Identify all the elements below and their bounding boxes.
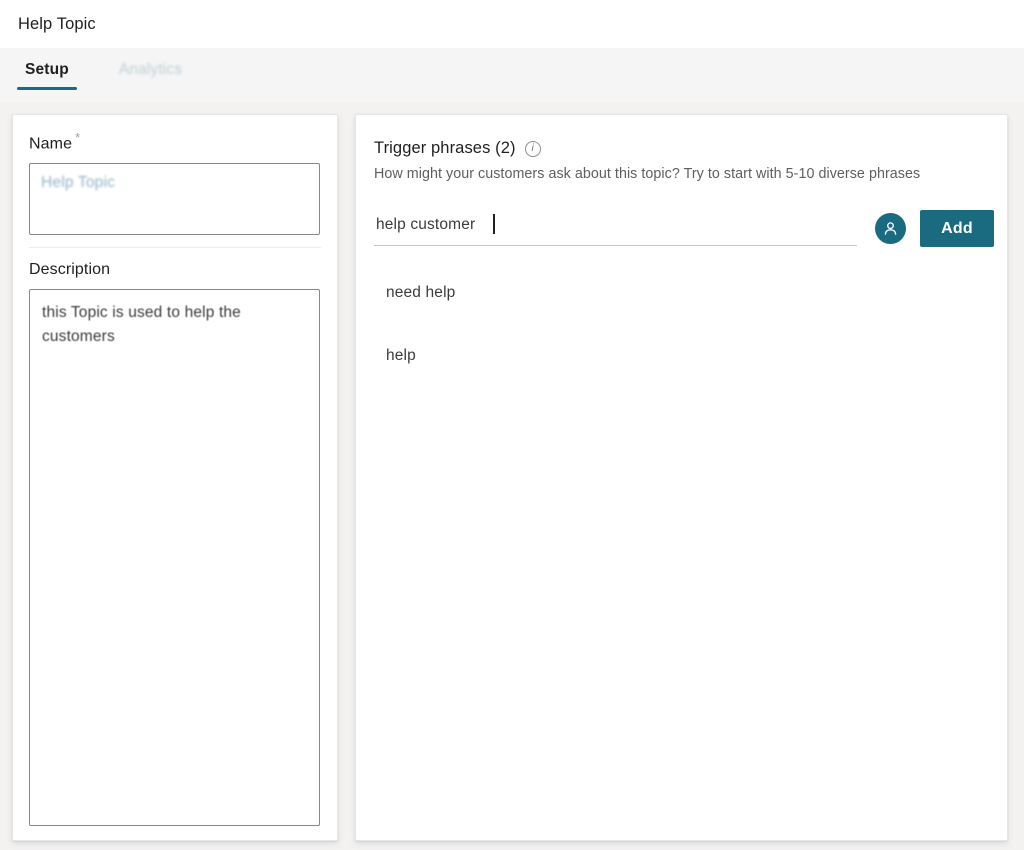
- name-field-group: Name * Help Topic: [13, 115, 337, 236]
- info-icon[interactable]: i: [524, 140, 541, 157]
- trigger-phrase-list: need help help: [356, 269, 1007, 380]
- tab-analytics[interactable]: Analytics: [110, 48, 191, 103]
- tab-setup[interactable]: Setup: [16, 48, 78, 103]
- tab-setup-label: Setup: [25, 61, 69, 78]
- list-item[interactable]: help: [382, 332, 1007, 380]
- description-input-value: this Topic is used to help the customers: [42, 304, 241, 345]
- tab-bar: Setup Analytics: [0, 48, 1024, 103]
- list-item-label: need help: [386, 284, 456, 301]
- page-header: Help Topic: [0, 0, 1024, 48]
- description-label: Description: [29, 261, 111, 279]
- name-input[interactable]: Help Topic: [29, 163, 320, 236]
- text-caret: [493, 213, 495, 234]
- setup-details-panel: Name * Help Topic Description this Topic …: [12, 114, 338, 841]
- app-root: Help Topic Setup Analytics Name * Help To…: [0, 0, 1024, 850]
- person-icon[interactable]: [875, 213, 906, 244]
- content-area: Name * Help Topic Description this Topic …: [0, 103, 1024, 850]
- trigger-phrases-title: Trigger phrases (2): [374, 139, 516, 157]
- trigger-phrases-header: Trigger phrases (2) i: [356, 115, 1007, 158]
- description-field-group: Description this Topic is used to help t…: [13, 248, 337, 827]
- required-marker: *: [75, 130, 81, 145]
- page-title: Help Topic: [18, 14, 96, 33]
- list-item-label: help: [386, 347, 416, 364]
- name-label: Name *: [29, 130, 321, 153]
- trigger-phrases-subtitle: How might your customers ask about this …: [374, 166, 921, 182]
- info-icon-glyph: i: [531, 142, 534, 154]
- tab-analytics-label: Analytics: [118, 61, 183, 78]
- name-input-value: Help Topic: [41, 174, 116, 192]
- name-label-text: Name: [29, 135, 73, 153]
- trigger-phrase-entry-row: Add: [374, 210, 994, 247]
- description-input[interactable]: this Topic is used to help the customers: [29, 289, 320, 827]
- add-button[interactable]: Add: [920, 210, 994, 247]
- list-item[interactable]: need help: [382, 269, 1007, 317]
- trigger-phrase-input-wrap: [374, 211, 857, 246]
- trigger-phrase-input[interactable]: [374, 211, 857, 246]
- tab-active-indicator: [17, 87, 77, 90]
- trigger-phrases-panel: Trigger phrases (2) i How might your cus…: [355, 114, 1008, 841]
